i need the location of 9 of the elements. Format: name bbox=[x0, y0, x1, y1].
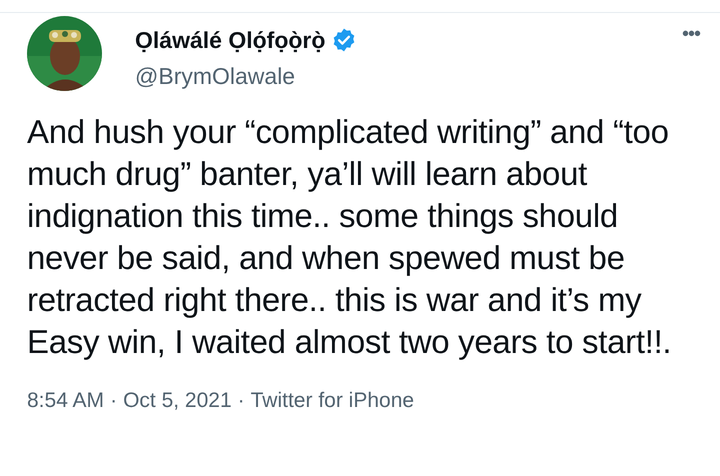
tweet-source[interactable]: Twitter for iPhone bbox=[250, 385, 414, 416]
more-button[interactable]: ••• bbox=[682, 24, 700, 44]
tweet-time: 8:54 AM bbox=[27, 388, 104, 414]
separator-dot: · bbox=[238, 388, 245, 414]
tweet-date: Oct 5, 2021 bbox=[123, 388, 232, 414]
display-name: Ọláwálé Ọlọ́fọọ̀rọ̀ bbox=[135, 26, 326, 55]
separator-dot: · bbox=[110, 388, 118, 414]
user-handle: @BrymOlawale bbox=[135, 62, 296, 91]
tweet-text: And hush your “complicated writing” and “too much drug” banter, ya’ll will learn about indignation this time.. some things should never be said, and when spewed must be retracted right there.. this is war and it’s my Easy win, I waited almost two years to start!!. bbox=[27, 112, 672, 362]
